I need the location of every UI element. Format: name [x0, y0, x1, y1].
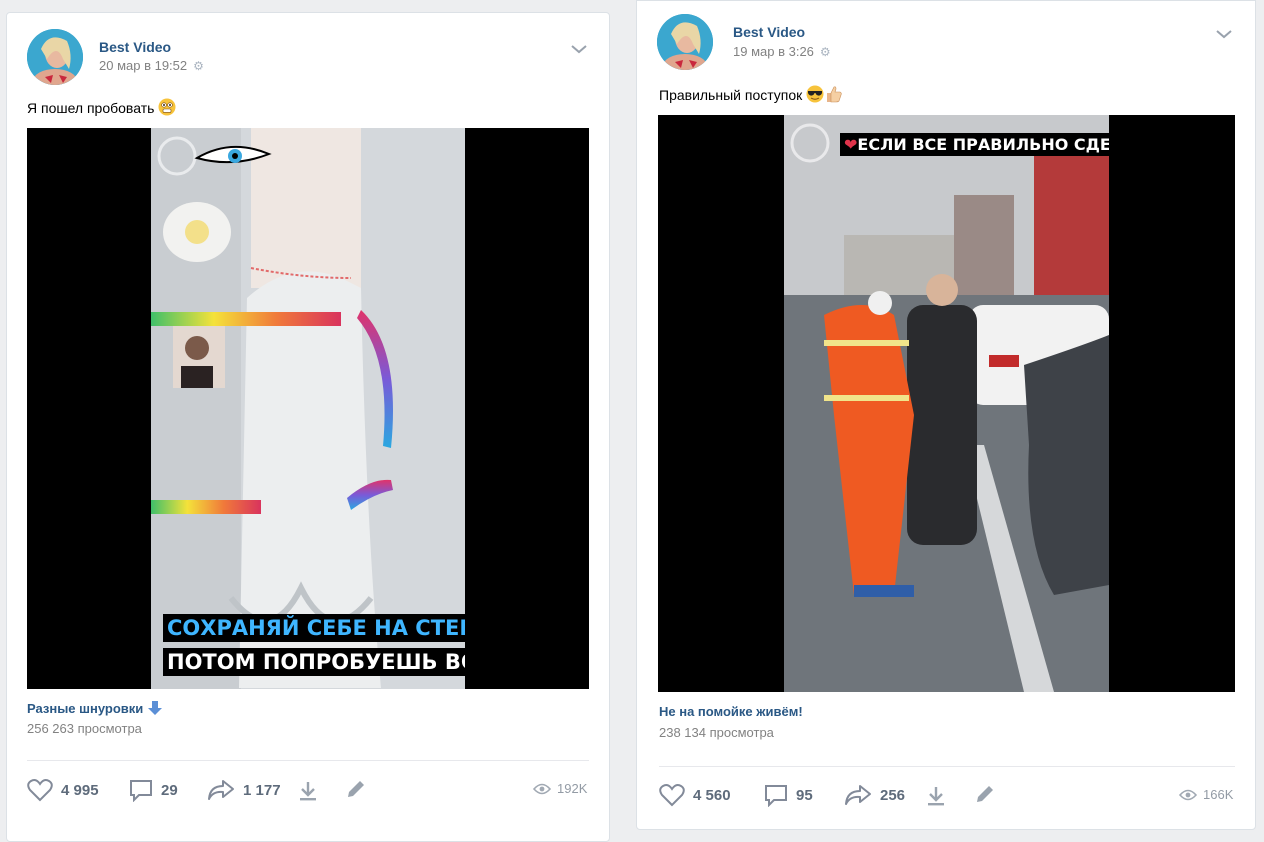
video-frame: ❤ЕСЛИ ВСЕ ПРАВИЛЬНО СДЕЛАЛ! [784, 115, 1109, 692]
post-card: Best Video 20 мар в 19:52 ⚙ Я пошел пробо… [6, 12, 610, 842]
share-icon [208, 780, 234, 800]
post-views-count: 166K [1203, 787, 1234, 802]
like-count: 4 995 [61, 781, 99, 799]
video-caption: ❤ЕСЛИ ВСЕ ПРАВИЛЬНО СДЕЛАЛ! [840, 133, 1109, 156]
video-title[interactable]: Не на помойке живём! [659, 704, 803, 719]
video-caption-line2: ПОТОМ ПОПРОБУЕШЬ ВСЕ [163, 648, 465, 676]
post-text: Правильный поступок [659, 85, 843, 103]
post-views: 192K [533, 781, 587, 796]
share-count: 1 177 [243, 781, 281, 799]
like-count: 4 560 [693, 786, 731, 804]
download-button[interactable] [297, 780, 327, 802]
author-name[interactable]: Best Video [99, 39, 171, 55]
video-caption-line1: СОХРАНЯЙ СЕБЕ НА СТЕНУ [163, 614, 465, 642]
post-views: 166K [1179, 787, 1233, 802]
pencil-icon [977, 786, 993, 802]
download-button[interactable] [925, 785, 955, 807]
video-player[interactable]: СОХРАНЯЙ СЕБЕ НА СТЕНУ ПОТОМ ПОПРОБУЕШЬ … [27, 128, 589, 689]
post-text-content: Я пошел пробовать [27, 100, 155, 116]
eye-icon [533, 783, 551, 794]
post-date[interactable]: 20 мар в 19:52 ⚙ [99, 58, 204, 73]
video-title-text[interactable]: Разные шнуровки [27, 701, 143, 716]
chevron-down-icon[interactable] [570, 43, 588, 55]
like-button[interactable]: 4 995 [27, 778, 99, 802]
thumbs-up-icon [827, 86, 842, 103]
share-icon [845, 785, 871, 805]
video-title[interactable]: Разные шнуровки [27, 700, 163, 716]
share-count: 256 [880, 786, 906, 804]
post-text-content: Правильный поступок [659, 87, 803, 103]
comment-count: 95 [796, 786, 813, 804]
post-date-text[interactable]: 20 мар в 19:52 [99, 58, 187, 73]
video-views-count: 238 134 просмотра [659, 725, 774, 740]
pencil-icon [348, 781, 364, 797]
arrow-down-icon [147, 701, 162, 715]
video-player[interactable]: ❤ЕСЛИ ВСЕ ПРАВИЛЬНО СДЕЛАЛ! [658, 115, 1235, 692]
like-button[interactable]: 4 560 [659, 783, 731, 807]
avatar[interactable] [657, 14, 713, 70]
post-text: Я пошел пробовать [27, 98, 176, 116]
heart-icon [27, 779, 53, 802]
post-card: Best Video 19 мар в 3:26 ⚙ Правильный пос… [636, 0, 1256, 830]
gear-icon: ⚙ [819, 45, 831, 59]
share-button[interactable]: 1 177 [207, 778, 281, 802]
post-date-text[interactable]: 19 мар в 3:26 [733, 44, 814, 59]
video-thumbnail [784, 115, 1109, 692]
gear-icon: ⚙ [193, 59, 204, 73]
chevron-down-icon[interactable] [1215, 28, 1233, 40]
post-date[interactable]: 19 мар в 3:26 ⚙ [733, 44, 831, 59]
heart-icon [659, 784, 685, 807]
edit-button[interactable] [345, 778, 375, 800]
download-icon [300, 782, 316, 801]
comment-button[interactable]: 95 [764, 783, 813, 807]
avatar[interactable] [27, 29, 83, 85]
video-thumbnail [151, 128, 465, 689]
comment-count: 29 [161, 781, 178, 799]
video-caption-text: ЕСЛИ ВСЕ ПРАВИЛЬНО СДЕЛАЛ! [857, 135, 1109, 154]
comment-icon [765, 785, 787, 807]
download-icon [928, 787, 944, 806]
heart-emoji-icon: ❤ [844, 135, 858, 154]
divider [659, 766, 1235, 767]
sunglasses-emoji-icon [806, 85, 824, 103]
divider [27, 760, 589, 761]
share-button[interactable]: 256 [844, 783, 905, 807]
comment-icon [130, 780, 152, 802]
eye-icon [1179, 789, 1197, 800]
post-views-count: 192K [557, 781, 588, 796]
video-frame: СОХРАНЯЙ СЕБЕ НА СТЕНУ ПОТОМ ПОПРОБУЕШЬ … [151, 128, 465, 689]
video-views-count: 256 263 просмотра [27, 721, 142, 736]
astonished-emoji-icon [158, 98, 176, 116]
edit-button[interactable] [974, 783, 1004, 805]
author-name[interactable]: Best Video [733, 24, 805, 40]
comment-button[interactable]: 29 [129, 778, 178, 802]
